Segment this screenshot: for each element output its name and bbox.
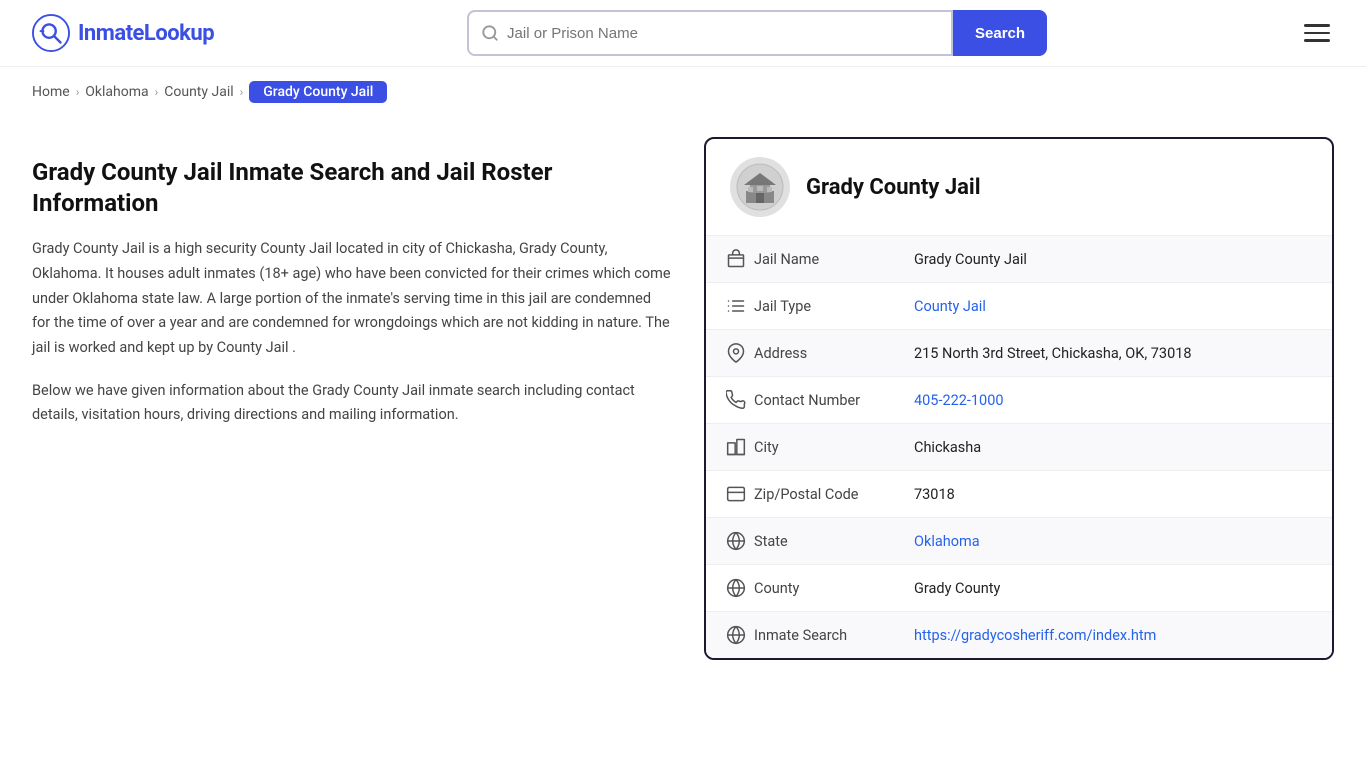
row-label: Jail Name — [754, 251, 914, 268]
jail-avatar — [730, 157, 790, 217]
info-row: Contact Number405-222-1000 — [706, 377, 1332, 424]
breadcrumb-oklahoma[interactable]: Oklahoma — [85, 84, 148, 100]
page-description-2: Below we have given information about th… — [32, 379, 672, 428]
row-label: Contact Number — [754, 392, 914, 409]
row-link[interactable]: Oklahoma — [914, 533, 980, 550]
row-label: City — [754, 439, 914, 456]
breadcrumb-home[interactable]: Home — [32, 84, 70, 100]
info-row: StateOklahoma — [706, 518, 1332, 565]
search-area: Search — [467, 10, 1047, 56]
row-label: County — [754, 580, 914, 597]
info-rows: Jail NameGrady County JailJail TypeCount… — [706, 236, 1332, 658]
jail-building-icon — [736, 163, 784, 211]
breadcrumb-sep-3: › — [240, 85, 244, 99]
card-title: Grady County Jail — [806, 175, 981, 200]
menu-line-2 — [1304, 32, 1330, 35]
search-button[interactable]: Search — [953, 10, 1047, 56]
row-label: Zip/Postal Code — [754, 486, 914, 503]
logo-icon — [32, 14, 70, 52]
page-description-1: Grady County Jail is a high security Cou… — [32, 237, 672, 360]
zip-icon — [726, 484, 754, 504]
info-row: Jail NameGrady County Jail — [706, 236, 1332, 283]
type-icon — [726, 296, 754, 316]
row-value[interactable]: County Jail — [914, 298, 986, 315]
row-value: Grady County Jail — [914, 251, 1027, 268]
breadcrumb-sep-1: › — [76, 85, 80, 99]
info-row: CountyGrady County — [706, 565, 1332, 612]
header: InmateLookup Search — [0, 0, 1366, 67]
search-input[interactable] — [507, 25, 939, 42]
main-container: Grady County Jail Inmate Search and Jail… — [0, 117, 1366, 700]
card-header: Grady County Jail — [706, 139, 1332, 236]
row-value: 215 North 3rd Street, Chickasha, OK, 730… — [914, 345, 1192, 362]
row-value: Chickasha — [914, 439, 981, 456]
menu-line-1 — [1304, 24, 1330, 27]
info-row: CityChickasha — [706, 424, 1332, 471]
row-label: Inmate Search — [754, 627, 914, 644]
phone-icon — [726, 390, 754, 410]
logo-accent: Lookup — [144, 21, 214, 46]
row-label: Address — [754, 345, 914, 362]
county-icon — [726, 578, 754, 598]
breadcrumb-current: Grady County Jail — [249, 81, 387, 103]
row-value: 73018 — [914, 486, 955, 503]
row-link[interactable]: 405-222-1000 — [914, 392, 1004, 409]
row-link[interactable]: County Jail — [914, 298, 986, 315]
city-icon — [726, 437, 754, 457]
logo[interactable]: InmateLookup — [32, 14, 214, 52]
row-value[interactable]: Oklahoma — [914, 533, 980, 550]
logo-regular: Inmate — [78, 21, 144, 46]
search-link-icon — [726, 625, 754, 645]
row-value[interactable]: 405-222-1000 — [914, 392, 1004, 409]
row-link[interactable]: https://gradycosheriff.com/index.htm — [914, 627, 1156, 644]
breadcrumb-county-jail[interactable]: County Jail — [164, 84, 233, 100]
page-title: Grady County Jail Inmate Search and Jail… — [32, 157, 672, 219]
logo-text: InmateLookup — [78, 21, 214, 46]
state-icon — [726, 531, 754, 551]
info-row: Address215 North 3rd Street, Chickasha, … — [706, 330, 1332, 377]
breadcrumb-sep-2: › — [155, 85, 159, 99]
search-icon — [481, 24, 499, 42]
row-value: Grady County — [914, 580, 1000, 597]
menu-line-3 — [1304, 39, 1330, 42]
breadcrumb: Home › Oklahoma › County Jail › Grady Co… — [0, 67, 1366, 117]
row-value[interactable]: https://gradycosheriff.com/index.htm — [914, 627, 1156, 644]
info-card: Grady County Jail Jail NameGrady County … — [704, 137, 1334, 660]
info-row: Jail TypeCounty Jail — [706, 283, 1332, 330]
info-row: Zip/Postal Code73018 — [706, 471, 1332, 518]
search-wrapper — [467, 10, 953, 56]
address-icon — [726, 343, 754, 363]
row-label: State — [754, 533, 914, 550]
jail-icon — [726, 249, 754, 269]
row-label: Jail Type — [754, 298, 914, 315]
info-row: Inmate Searchhttps://gradycosheriff.com/… — [706, 612, 1332, 658]
menu-button[interactable] — [1300, 20, 1334, 46]
left-content: Grady County Jail Inmate Search and Jail… — [32, 137, 672, 428]
